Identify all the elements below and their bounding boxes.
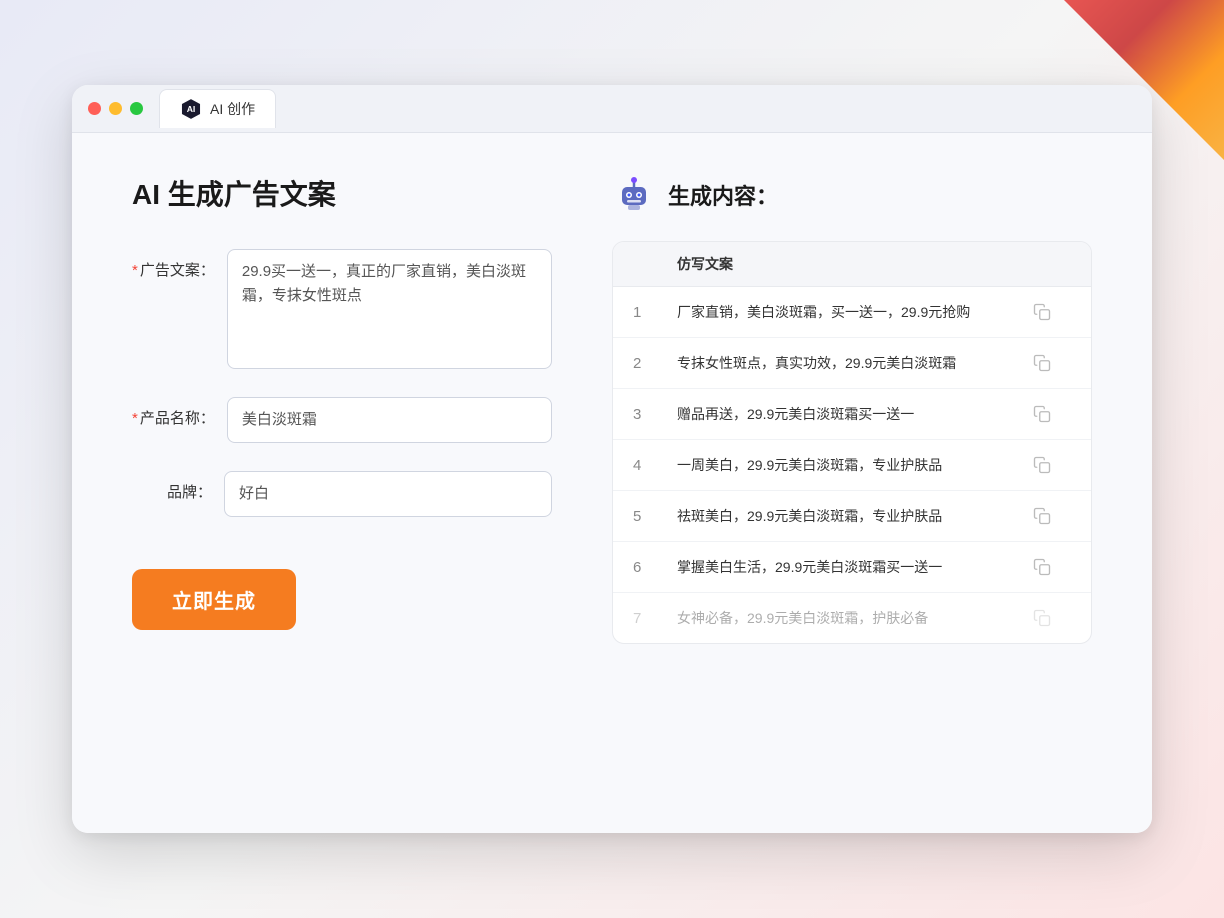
table-row: 3 赠品再送，29.9元美白淡斑霜买一送一 xyxy=(613,389,1091,440)
svg-text:AI: AI xyxy=(187,104,196,114)
generate-button[interactable]: 立即生成 xyxy=(132,569,296,630)
close-button[interactable] xyxy=(88,102,101,115)
robot-icon xyxy=(612,173,656,217)
row-number: 7 xyxy=(633,610,677,627)
copy-button[interactable] xyxy=(1031,352,1053,374)
left-panel: AI 生成广告文案 *广告文案： *产品名称： 品牌： 立 xyxy=(132,173,552,783)
required-star-product: * xyxy=(132,410,138,427)
table-row: 6 掌握美白生活，29.9元美白淡斑霜买一送一 xyxy=(613,542,1091,593)
copy-button[interactable] xyxy=(1031,301,1053,323)
row-text: 专抹女性斑点，真实功效，29.9元美白淡斑霜 xyxy=(677,353,1031,374)
result-title: 生成内容： xyxy=(668,179,778,211)
ad-copy-input[interactable] xyxy=(227,249,552,369)
required-star-ad: * xyxy=(132,262,138,279)
row-text: 一周美白，29.9元美白淡斑霜，专业护肤品 xyxy=(677,455,1031,476)
content-area: AI 生成广告文案 *广告文案： *产品名称： 品牌： 立 xyxy=(72,133,1152,833)
row-number: 6 xyxy=(633,559,677,576)
row-number: 5 xyxy=(633,508,677,525)
copy-button[interactable] xyxy=(1031,403,1053,425)
row-number: 3 xyxy=(633,406,677,423)
product-name-group: *产品名称： xyxy=(132,397,552,443)
row-number: 4 xyxy=(633,457,677,474)
browser-window: AI AI 创作 AI 生成广告文案 *广告文案： *产品名称： xyxy=(72,85,1152,833)
copy-button[interactable] xyxy=(1031,505,1053,527)
result-table-header: 仿写文案 xyxy=(613,242,1091,287)
row-text: 掌握美白生活，29.9元美白淡斑霜买一送一 xyxy=(677,557,1031,578)
copy-button[interactable] xyxy=(1031,556,1053,578)
result-container: 仿写文案 1 厂家直销，美白淡斑霜，买一送一，29.9元抢购 2 专抹女性斑点，… xyxy=(612,241,1092,644)
maximize-button[interactable] xyxy=(130,102,143,115)
product-name-label: *产品名称： xyxy=(132,397,215,428)
ad-copy-label: *广告文案： xyxy=(132,249,215,280)
row-text: 女神必备，29.9元美白淡斑霜，护肤必备 xyxy=(677,608,1031,629)
table-row: 7 女神必备，29.9元美白淡斑霜，护肤必备 xyxy=(613,593,1091,643)
ad-copy-group: *广告文案： xyxy=(132,249,552,369)
row-number: 2 xyxy=(633,355,677,372)
brand-label: 品牌： xyxy=(132,471,212,502)
row-text: 赠品再送，29.9元美白淡斑霜买一送一 xyxy=(677,404,1031,425)
right-panel: 生成内容： 仿写文案 1 厂家直销，美白淡斑霜，买一送一，29.9元抢购 xyxy=(612,173,1092,783)
row-text: 厂家直销，美白淡斑霜，买一送一，29.9元抢购 xyxy=(677,302,1031,323)
tab-label: AI 创作 xyxy=(210,99,255,119)
traffic-lights xyxy=(88,102,143,115)
copy-button[interactable] xyxy=(1031,454,1053,476)
ai-creation-tab[interactable]: AI AI 创作 xyxy=(159,89,276,128)
page-title: AI 生成广告文案 xyxy=(132,173,552,213)
brand-group: 品牌： xyxy=(132,471,552,517)
table-row: 4 一周美白，29.9元美白淡斑霜，专业护肤品 xyxy=(613,440,1091,491)
row-number: 1 xyxy=(633,304,677,321)
minimize-button[interactable] xyxy=(109,102,122,115)
table-row: 1 厂家直销，美白淡斑霜，买一送一，29.9元抢购 xyxy=(613,287,1091,338)
result-rows-container: 1 厂家直销，美白淡斑霜，买一送一，29.9元抢购 2 专抹女性斑点，真实功效，… xyxy=(613,287,1091,643)
result-header: 生成内容： xyxy=(612,173,1092,217)
table-row: 2 专抹女性斑点，真实功效，29.9元美白淡斑霜 xyxy=(613,338,1091,389)
ai-logo-icon: AI xyxy=(180,98,202,120)
table-row: 5 祛斑美白，29.9元美白淡斑霜，专业护肤品 xyxy=(613,491,1091,542)
product-name-input[interactable] xyxy=(227,397,552,443)
brand-input[interactable] xyxy=(224,471,552,517)
copy-button[interactable] xyxy=(1031,607,1053,629)
column-header: 仿写文案 xyxy=(677,254,1031,274)
title-bar: AI AI 创作 xyxy=(72,85,1152,133)
row-text: 祛斑美白，29.9元美白淡斑霜，专业护肤品 xyxy=(677,506,1031,527)
